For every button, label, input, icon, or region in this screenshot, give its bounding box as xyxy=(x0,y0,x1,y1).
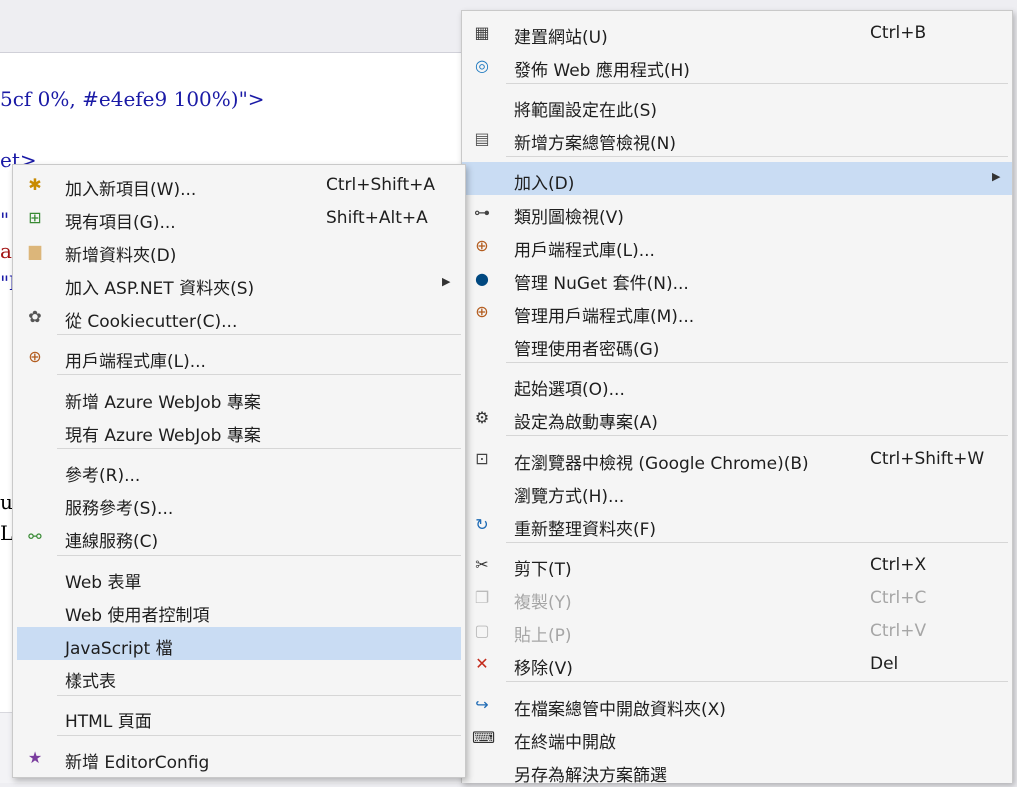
submenu-item-connected-service[interactable]: ⚯ 連線服務(C) xyxy=(13,520,465,553)
nuget-icon: ● xyxy=(475,269,489,288)
menu-item-set-startup-project[interactable]: ⚙ 設定為啟動專案(A) xyxy=(462,401,1012,434)
submenu-item-client-library[interactable]: ⊕ 用戶端程式庫(L)... xyxy=(13,340,465,373)
menu-item-build-website[interactable]: ▦ 建置網站(U) Ctrl+B xyxy=(462,16,1012,49)
menu-separator xyxy=(506,681,1008,682)
menu-item-view-in-browser[interactable]: ⊡ 在瀏覽器中檢視 (Google Chrome)(B) Ctrl+Shift+… xyxy=(462,442,1012,475)
menu-separator xyxy=(57,448,461,449)
paste-icon: ▢ xyxy=(474,621,490,640)
editor-tab-strip xyxy=(0,0,470,52)
submenu-item-web-user-control[interactable]: Web 使用者控制項 xyxy=(13,594,465,627)
menu-separator xyxy=(506,156,1008,157)
menu-separator xyxy=(506,362,1008,363)
gear-icon: ⚙ xyxy=(474,408,490,427)
menu-item-cut[interactable]: ✂ 剪下(T) Ctrl+X xyxy=(462,548,1012,581)
copy-icon: ❐ xyxy=(474,588,490,607)
menu-item-client-library[interactable]: ⊕ 用戶端程式庫(L)... xyxy=(462,229,1012,262)
submenu-item-new-folder[interactable]: ▆ 新增資料夾(D) xyxy=(13,234,465,267)
submenu-item-cookiecutter[interactable]: ✿ 從 Cookiecutter(C)... xyxy=(13,300,465,333)
client-library-icon: ⊕ xyxy=(475,236,489,255)
code-line: 5cf 0%, #e4efe9 100%)"> xyxy=(0,87,265,111)
submenu-item-javascript-file[interactable]: JavaScript 檔 xyxy=(17,627,461,660)
browser-view-icon: ⊡ xyxy=(475,449,489,468)
scissors-icon: ✂ xyxy=(475,555,489,574)
menu-item-save-as-solution-filter[interactable]: 另存為解決方案篩選 xyxy=(462,754,1012,787)
menu-separator xyxy=(57,334,461,335)
menu-item-copy[interactable]: ❐ 複製(Y) Ctrl+C xyxy=(462,581,1012,614)
open-folder-arrow-icon: ↪ xyxy=(475,695,489,714)
submenu-item-existing-azure-webjob[interactable]: 現有 Azure WebJob 專案 xyxy=(13,414,465,447)
new-view-icon: ▤ xyxy=(474,129,490,148)
new-folder-icon: ▆ xyxy=(28,241,42,260)
globe-publish-icon: ◎ xyxy=(475,56,489,75)
submenu-item-new-editorconfig[interactable]: ★ 新增 EditorConfig xyxy=(13,741,465,774)
menu-separator xyxy=(57,735,461,736)
submenu-item-service-reference[interactable]: 服務參考(S)... xyxy=(13,487,465,520)
submenu-arrow-icon: ▶ xyxy=(442,275,451,288)
menu-item-startup-options[interactable]: 起始選項(O)... xyxy=(462,368,1012,401)
submenu-item-stylesheet[interactable]: 樣式表 xyxy=(13,660,465,693)
menu-separator xyxy=(506,435,1008,436)
build-icon: ▦ xyxy=(474,23,490,42)
menu-separator xyxy=(506,83,1008,84)
remove-x-icon: ✕ xyxy=(475,654,489,673)
submenu-item-web-form[interactable]: Web 表單 xyxy=(13,561,465,594)
menu-item-paste[interactable]: ▢ 貼上(P) Ctrl+V xyxy=(462,614,1012,647)
submenu-item-add-aspnet-folder[interactable]: 加入 ASP.NET 資料夾(S) ▶ xyxy=(13,267,465,300)
code-line: " xyxy=(0,208,10,232)
class-diagram-icon: ⊶ xyxy=(474,203,490,222)
solution-explorer-context-menu: ▦ 建置網站(U) Ctrl+B ◎ 發佈 Web 應用程式(H) 將範圍設定在… xyxy=(461,10,1013,786)
menu-item-open-in-file-explorer[interactable]: ↪ 在檔案總管中開啟資料夾(X) xyxy=(462,688,1012,721)
add-submenu: ✱ 加入新項目(W)... Ctrl+Shift+A ⊞ 現有項目(G)... … xyxy=(12,164,466,778)
menu-item-publish-web-app[interactable]: ◎ 發佈 Web 應用程式(H) xyxy=(462,49,1012,82)
menu-item-manage-client-libraries[interactable]: ⊕ 管理用戶端程式庫(M)... xyxy=(462,295,1012,328)
submenu-item-html-page[interactable]: HTML 頁面 xyxy=(13,700,465,733)
submenu-arrow-icon: ▶ xyxy=(992,170,1001,183)
menu-separator xyxy=(57,695,461,696)
menu-separator xyxy=(506,542,1008,543)
menu-item-open-in-terminal[interactable]: ⌨ 在終端中開啟 xyxy=(462,721,1012,754)
cookiecutter-icon: ✿ xyxy=(28,307,42,326)
menu-item-add[interactable]: 加入(D) ▶ xyxy=(462,162,1012,195)
menu-item-scope-to-this[interactable]: 將範圍設定在此(S) xyxy=(462,89,1012,122)
menu-item-manage-user-secrets[interactable]: 管理使用者密碼(G) xyxy=(462,328,1012,361)
refresh-icon: ↻ xyxy=(475,515,489,534)
menu-item-remove[interactable]: ✕ 移除(V) Del xyxy=(462,647,1012,680)
submenu-item-reference[interactable]: 參考(R)... xyxy=(13,454,465,487)
menu-item-browse-with[interactable]: 瀏覽方式(H)... xyxy=(462,475,1012,508)
existing-item-icon: ⊞ xyxy=(28,208,42,227)
menu-item-manage-nuget[interactable]: ● 管理 NuGet 套件(N)... xyxy=(462,262,1012,295)
menu-separator xyxy=(57,555,461,556)
terminal-icon: ⌨ xyxy=(472,728,496,747)
submenu-item-new-azure-webjob[interactable]: 新增 Azure WebJob 專案 xyxy=(13,381,465,414)
client-library-icon: ⊕ xyxy=(475,302,489,321)
editorconfig-icon: ★ xyxy=(27,748,43,767)
client-library-icon: ⊕ xyxy=(28,347,42,366)
submenu-item-new-item[interactable]: ✱ 加入新項目(W)... Ctrl+Shift+A xyxy=(13,168,465,201)
connected-service-icon: ⚯ xyxy=(28,527,42,546)
new-item-icon: ✱ xyxy=(28,175,42,194)
menu-item-refresh-folder[interactable]: ↻ 重新整理資料夾(F) xyxy=(462,508,1012,541)
menu-item-class-diagram[interactable]: ⊶ 類別圖檢視(V) xyxy=(462,196,1012,229)
submenu-item-existing-item[interactable]: ⊞ 現有項目(G)... Shift+Alt+A xyxy=(13,201,465,234)
menu-item-new-solution-explorer-view[interactable]: ▤ 新增方案總管檢視(N) xyxy=(462,122,1012,155)
menu-separator xyxy=(57,374,461,375)
